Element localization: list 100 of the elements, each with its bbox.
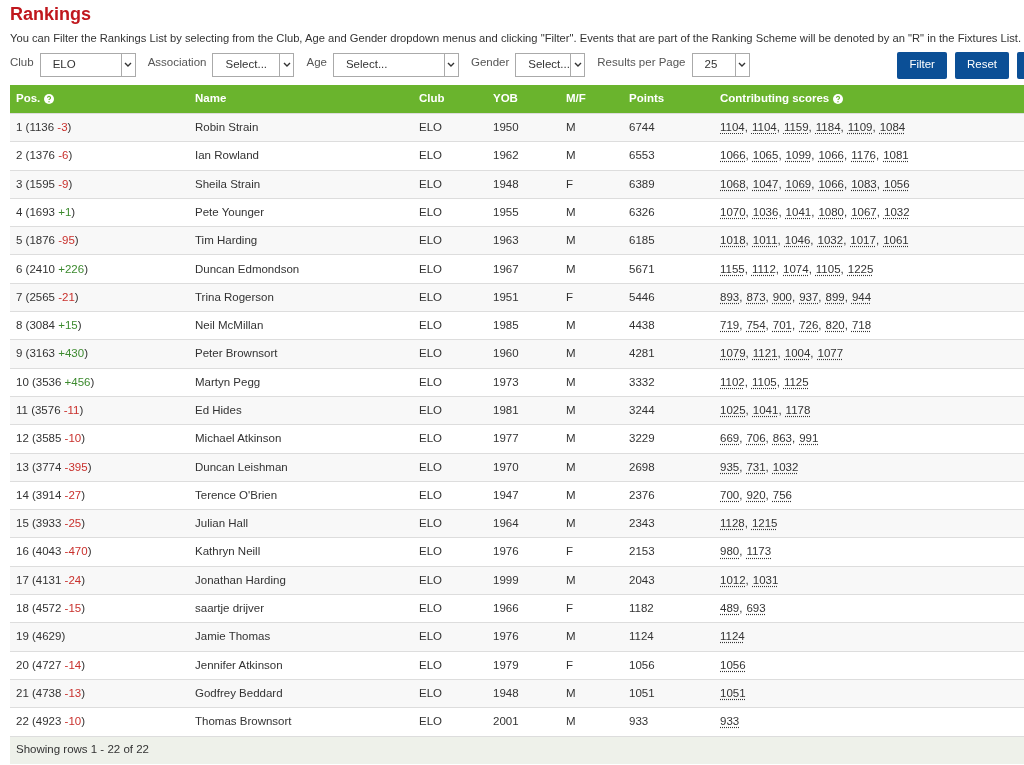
score-value[interactable]: 1105 bbox=[751, 373, 777, 391]
help-icon[interactable] bbox=[833, 94, 844, 104]
score-value[interactable]: 1011 bbox=[752, 232, 778, 250]
table-cell: ELO bbox=[419, 121, 442, 133]
score-value[interactable]: 1004 bbox=[784, 345, 811, 363]
table-cell: M bbox=[566, 686, 576, 699]
score-value[interactable]: 1081 bbox=[883, 147, 909, 165]
comma-separator: , bbox=[791, 318, 796, 334]
comma-separator: , bbox=[844, 176, 848, 192]
table-cell: 1947 bbox=[493, 488, 519, 501]
dropdown[interactable]: 25 bbox=[691, 53, 750, 77]
score-value[interactable]: 1178 bbox=[785, 402, 811, 420]
score-value[interactable]: 1031 bbox=[752, 571, 779, 589]
score-value[interactable]: 900 bbox=[772, 288, 792, 307]
score-value[interactable]: 1105 bbox=[815, 260, 841, 278]
action-button[interactable] bbox=[1017, 51, 1024, 79]
comma-separator: , bbox=[818, 289, 822, 305]
score-value[interactable]: 1070 bbox=[720, 203, 746, 222]
score-value[interactable]: 1056 bbox=[720, 656, 746, 674]
table-cell: M bbox=[566, 715, 576, 728]
filter-label: Gender bbox=[470, 55, 510, 70]
dropdown[interactable]: Select... bbox=[332, 53, 459, 77]
score-value[interactable]: 1104 bbox=[720, 119, 745, 137]
action-button[interactable]: Filter bbox=[897, 51, 947, 79]
score-value[interactable]: 1184 bbox=[815, 119, 841, 137]
dropdown[interactable]: ELO bbox=[39, 53, 136, 77]
help-icon[interactable] bbox=[44, 94, 55, 104]
score-value[interactable]: 669 bbox=[720, 430, 740, 448]
comma-separator: , bbox=[811, 148, 815, 164]
position-cell: 15 (3933 -25) bbox=[16, 517, 86, 530]
comma-separator: , bbox=[745, 148, 749, 164]
score-value[interactable]: 731 bbox=[746, 458, 766, 476]
score-value[interactable]: 1225 bbox=[847, 260, 874, 278]
score-value[interactable]: 1032 bbox=[884, 203, 910, 222]
score-value[interactable]: 1176 bbox=[851, 147, 876, 165]
comma-separator: , bbox=[765, 487, 769, 503]
score-value[interactable]: 1051 bbox=[720, 684, 746, 703]
comma-separator: , bbox=[739, 318, 743, 334]
score-value[interactable]: 1099 bbox=[785, 147, 812, 165]
score-value[interactable]: 1017 bbox=[850, 232, 876, 250]
player-name: Duncan Leishman bbox=[195, 460, 288, 473]
score-value[interactable]: 933 bbox=[720, 713, 740, 731]
score-value[interactable]: 1047 bbox=[752, 175, 779, 193]
score-value[interactable]: 706 bbox=[746, 430, 766, 448]
score-value[interactable]: 1102 bbox=[720, 373, 745, 391]
score-value[interactable]: 1084 bbox=[879, 119, 906, 137]
score-value[interactable]: 1074 bbox=[783, 260, 809, 278]
score-value[interactable]: 899 bbox=[825, 288, 845, 307]
score-value[interactable]: 754 bbox=[746, 317, 766, 335]
score-value[interactable]: 718 bbox=[851, 317, 872, 335]
score-value[interactable]: 991 bbox=[799, 430, 819, 448]
score-value[interactable]: 1112 bbox=[751, 260, 776, 278]
dropdown[interactable]: Select... bbox=[212, 53, 295, 77]
table-cell: M bbox=[566, 149, 576, 162]
table-cell: 5446 bbox=[629, 290, 655, 303]
table-cell: ELO bbox=[419, 488, 442, 501]
player-name: Tim Harding bbox=[195, 234, 258, 247]
score-value[interactable]: 1159 bbox=[783, 119, 809, 137]
table-cell: 1970 bbox=[493, 460, 519, 473]
score-value[interactable]: 1124 bbox=[720, 628, 745, 646]
score-value[interactable]: 701 bbox=[772, 317, 792, 335]
score-value[interactable]: 920 bbox=[746, 486, 766, 505]
score-value[interactable]: 1125 bbox=[783, 373, 809, 391]
comma-separator: , bbox=[745, 233, 749, 249]
score-value[interactable]: 1061 bbox=[883, 232, 909, 250]
player-name: saartje drijver bbox=[195, 602, 265, 615]
table-cell: 6185 bbox=[629, 234, 655, 247]
score-value[interactable]: 1067 bbox=[851, 203, 877, 222]
score-value[interactable]: 756 bbox=[772, 486, 792, 505]
score-value[interactable]: 1018 bbox=[720, 232, 746, 250]
dropdown[interactable]: Select... bbox=[515, 53, 586, 77]
table-cell: ELO bbox=[419, 375, 442, 388]
position-cell: 9 (3163 +430) bbox=[16, 347, 88, 360]
score-value[interactable]: 693 bbox=[746, 600, 766, 618]
score-value[interactable]: 820 bbox=[825, 317, 845, 335]
score-value[interactable]: 1066 bbox=[720, 147, 746, 165]
score-value[interactable]: 1155 bbox=[720, 260, 745, 278]
score-value[interactable]: 1104 bbox=[751, 119, 777, 137]
score-value[interactable]: 944 bbox=[851, 288, 872, 307]
player-name: Terence O'Brien bbox=[195, 488, 278, 501]
score-value[interactable]: 937 bbox=[799, 288, 819, 307]
score-value[interactable]: 1173 bbox=[746, 543, 772, 561]
score-value[interactable]: 1128 bbox=[720, 515, 745, 533]
score-value[interactable]: 1079 bbox=[720, 345, 746, 363]
score-value[interactable]: 1083 bbox=[851, 175, 877, 193]
score-value[interactable]: 1056 bbox=[884, 175, 910, 193]
action-button[interactable]: Reset bbox=[954, 51, 1009, 79]
score-value[interactable]: 1025 bbox=[720, 402, 746, 420]
score-value[interactable]: 1080 bbox=[818, 203, 844, 222]
score-value[interactable]: 1215 bbox=[751, 515, 778, 533]
score-value[interactable]: 863 bbox=[772, 430, 792, 448]
score-value[interactable]: 1066 bbox=[818, 175, 844, 193]
score-value[interactable]: 1068 bbox=[720, 175, 746, 193]
position-cell: 1 (1136 -3) bbox=[16, 121, 72, 133]
score-value[interactable]: 1012 bbox=[720, 571, 746, 589]
score-value[interactable]: 1032 bbox=[772, 458, 799, 476]
score-value[interactable]: 1077 bbox=[817, 345, 844, 363]
score-value[interactable]: 1121 bbox=[752, 345, 778, 363]
score-value[interactable]: 873 bbox=[746, 288, 766, 307]
score-value[interactable]: 1066 bbox=[818, 147, 844, 165]
